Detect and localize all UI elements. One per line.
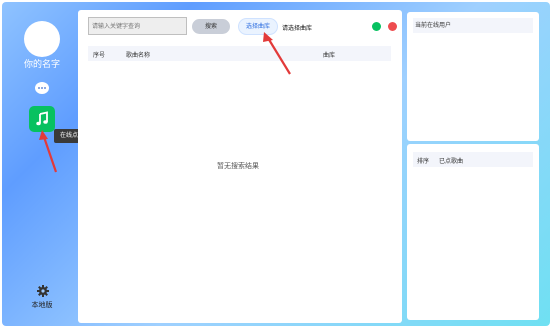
online-song-request-button[interactable] — [29, 106, 55, 132]
online-users-title: 当前在线用户 — [413, 18, 533, 33]
online-users-panel: 当前在线用户 — [407, 12, 539, 141]
chat-icon[interactable] — [35, 82, 49, 94]
username-label: 你的名字 — [23, 60, 60, 70]
empty-results-message: 暂无搜索结果 — [217, 162, 259, 170]
local-version-label: 本地版 — [31, 301, 53, 309]
close-button[interactable] — [388, 22, 397, 31]
search-button[interactable]: 搜索 — [192, 19, 230, 34]
library-status-text: 请选择曲库 — [282, 25, 313, 32]
maximize-button[interactable] — [372, 22, 381, 31]
song-search-panel: 搜索 选择曲库 请选择曲库 序号 歌曲名称 曲库 暂无搜索结果 — [78, 10, 402, 323]
search-input[interactable] — [88, 17, 187, 35]
column-song-name: 歌曲名称 — [126, 52, 151, 59]
select-library-button[interactable]: 选择曲库 — [238, 18, 278, 35]
sidebar: 你的名字 在线点歌 本地版 — [2, 2, 90, 326]
song-queue-panel: 排序 已点歌曲 — [407, 144, 539, 320]
column-order: 排序 — [417, 158, 430, 165]
app-window: 你的名字 在线点歌 本地版 搜索 选择曲库 请选择曲库 — [2, 2, 550, 326]
queue-header: 排序 已点歌曲 — [413, 152, 533, 167]
column-index: 序号 — [93, 52, 106, 59]
avatar[interactable] — [24, 21, 60, 57]
gear-icon[interactable] — [37, 285, 49, 297]
music-note-icon — [36, 111, 48, 126]
song-table-header: 序号 歌曲名称 曲库 — [88, 46, 391, 61]
column-requested-song: 已点歌曲 — [439, 158, 464, 165]
column-library: 曲库 — [323, 52, 336, 59]
